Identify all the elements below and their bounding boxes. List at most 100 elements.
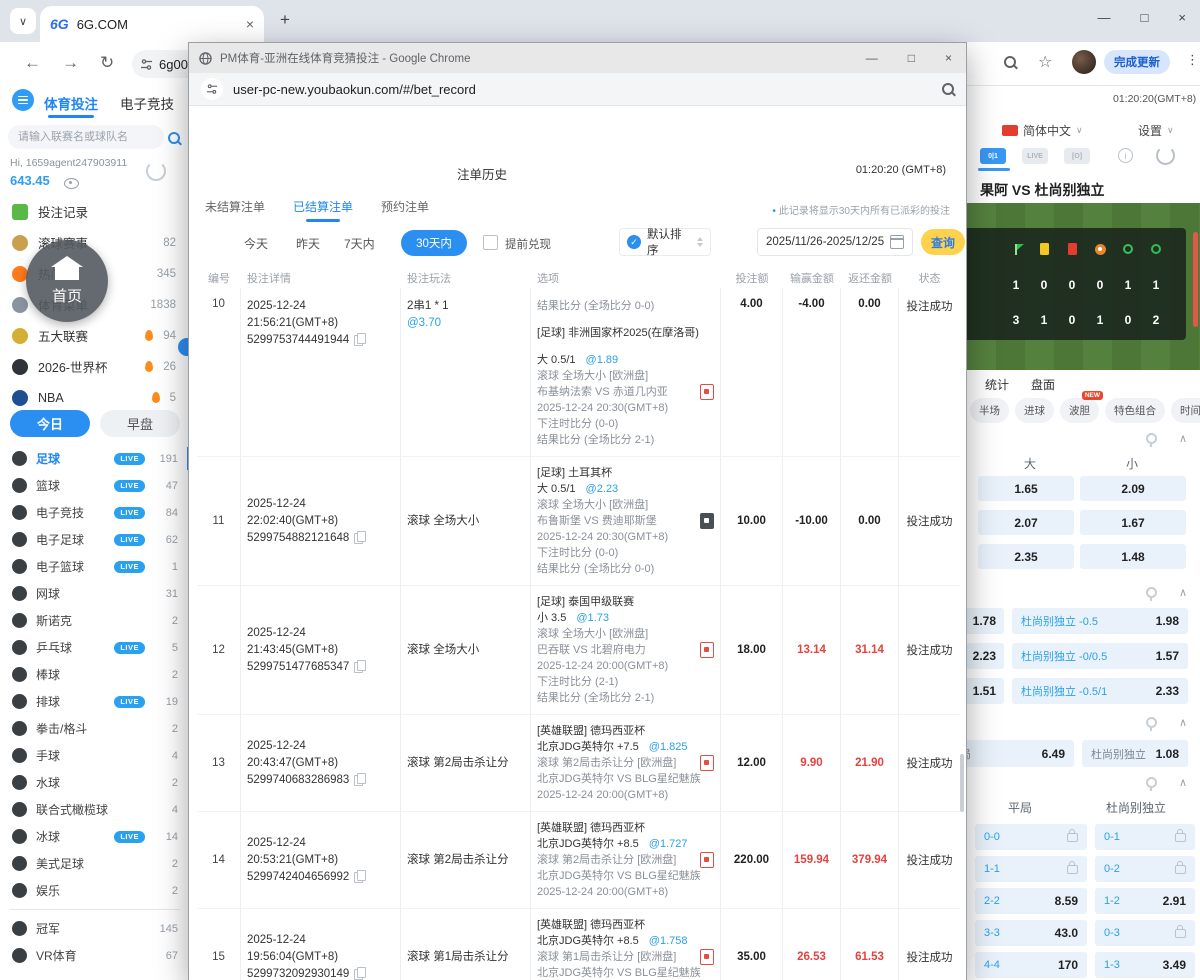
sidebar-item-nba[interactable]: NBA 5 (0, 382, 190, 413)
view-tab-camera[interactable]: [O] (1064, 148, 1090, 164)
window-minimize-button[interactable]: — (1098, 10, 1111, 25)
sidebar-item-worldcup[interactable]: 2026-世界杯 26 (0, 351, 190, 382)
odds-cell-over[interactable]: 2.07 (978, 510, 1074, 535)
view-tab-live[interactable]: LIVE (1022, 148, 1048, 164)
odds-cell-under[interactable]: 2.09 (1080, 476, 1186, 501)
date-range-picker[interactable]: 2025/11/26-2025/12/25 (757, 228, 913, 256)
sidebar-sport-item[interactable]: 棒球 2 (0, 661, 190, 688)
score-odds-cell[interactable]: 1-2 2.91 (1095, 888, 1195, 914)
sidebar-sport-item[interactable]: 网球 31 (0, 580, 190, 607)
nav-esports[interactable]: 电子竞技 (120, 93, 174, 113)
scrollbar-thumb[interactable] (1193, 232, 1198, 327)
site-settings-icon[interactable] (201, 78, 223, 100)
profile-avatar[interactable] (1072, 50, 1096, 74)
sidebar-sport-item[interactable]: 美式足球 2 (0, 850, 190, 877)
odds-cell-away-win[interactable]: 杜尚别独立 1.08 (1082, 740, 1188, 767)
score-odds-cell[interactable]: 0-1 (1095, 824, 1195, 850)
tab-statistics[interactable]: 统计 (985, 376, 1009, 393)
refresh-odds-icon[interactable] (1156, 146, 1175, 165)
sidebar-sport-item[interactable]: 冠军 145 (0, 915, 190, 942)
market-chip-时间[interactable]: 时间 (1171, 398, 1200, 423)
score-odds-cell[interactable]: 0-0 (975, 824, 1087, 850)
sidebar-sport-item[interactable]: 篮球 LIVE 47 (0, 472, 190, 499)
eye-icon[interactable] (64, 178, 79, 189)
event-live-icon[interactable] (700, 384, 714, 400)
tab-search-chevron-icon[interactable]: ∨ (10, 8, 36, 34)
market-chip-进球[interactable]: 进球 (1015, 398, 1054, 423)
score-odds-cell[interactable]: 1-3 3.49 (1095, 952, 1195, 978)
browser-menu-icon[interactable]: ⋮ (1186, 52, 1199, 68)
odds-cell-away-handicap[interactable]: 杜尚别独立 -0.5 1.98 (1012, 608, 1188, 634)
tab-close-icon[interactable]: × (246, 16, 254, 32)
filter-today[interactable]: 今天 (244, 235, 268, 252)
sidebar-sport-item[interactable]: 手球 4 (0, 742, 190, 769)
market-chip-特色组合[interactable]: 特色组合 (1105, 398, 1165, 423)
sidebar-sport-item[interactable]: 拳击/格斗 2 (0, 715, 190, 742)
window-close-button[interactable]: × (1178, 10, 1186, 25)
sidebar-item-bet-record[interactable]: 投注记录 (0, 196, 190, 227)
score-odds-cell[interactable]: 0-3 (1095, 920, 1195, 946)
forward-button[interactable]: → (62, 53, 79, 73)
bookmark-star-icon[interactable]: ☆ (1038, 52, 1052, 72)
reload-button[interactable]: ↻ (100, 53, 114, 73)
sidebar-item-top-leagues[interactable]: 五大联赛 94 (0, 320, 190, 351)
day-tab-早盘[interactable]: 早盘 (100, 410, 180, 437)
window-maximize-button[interactable]: □ (1141, 10, 1149, 25)
cashout-checkbox[interactable] (483, 235, 498, 250)
sidebar-sport-item[interactable]: 足球 LIVE 191 (0, 445, 190, 472)
zoom-icon[interactable] (942, 83, 954, 95)
popup-close-button[interactable]: × (945, 51, 952, 65)
sidebar-sport-item[interactable]: VR体育 67 (0, 942, 190, 969)
event-live-icon[interactable] (700, 852, 714, 868)
sidebar-sport-item[interactable]: 联合式橄榄球 4 (0, 796, 190, 823)
collapse-icon[interactable]: ∧ (1179, 432, 1187, 445)
pin-icon[interactable] (1146, 587, 1157, 601)
tab-未结算注单[interactable]: 未结算注单 (205, 198, 265, 222)
tab-预约注单[interactable]: 预约注单 (381, 198, 429, 222)
filter-7days[interactable]: 7天内 (344, 235, 375, 252)
sidebar-sport-item[interactable]: 娱乐 2 (0, 877, 190, 904)
popup-scrollbar-thumb[interactable] (960, 754, 964, 812)
sidebar-sport-item[interactable]: 电子篮球 LIVE 1 (0, 553, 190, 580)
view-tab-score[interactable]: 0|1 (980, 148, 1006, 164)
pin-icon[interactable] (1146, 433, 1157, 447)
copy-icon[interactable] (354, 869, 367, 883)
popup-maximize-button[interactable]: □ (908, 51, 915, 65)
score-odds-cell[interactable]: 0-2 (1095, 856, 1195, 882)
copy-icon[interactable] (354, 333, 367, 346)
event-live-icon[interactable] (700, 642, 714, 658)
copy-icon[interactable] (354, 966, 367, 980)
odds-cell-away-handicap[interactable]: 杜尚别独立 -0.5/1 2.33 (1012, 678, 1188, 704)
score-odds-cell[interactable]: 3-3 43.0 (975, 920, 1087, 946)
sidebar-sport-item[interactable]: 电子足球 LIVE 62 (0, 526, 190, 553)
tab-markets[interactable]: 盘面 (1031, 376, 1055, 393)
new-tab-button[interactable]: + (280, 10, 290, 30)
copy-icon[interactable] (354, 530, 367, 544)
odds-cell-under[interactable]: 1.48 (1080, 544, 1186, 569)
collapse-icon[interactable]: ∧ (1179, 586, 1187, 599)
menu-icon[interactable] (12, 89, 34, 111)
update-chrome-button[interactable]: 完成更新 (1104, 50, 1170, 74)
info-icon[interactable]: i (1118, 148, 1133, 163)
sidebar-sport-item[interactable]: 水球 2 (0, 769, 190, 796)
settings-menu[interactable]: 设置 ∨ (1138, 122, 1174, 139)
home-fab[interactable]: 首页 (26, 240, 108, 322)
score-odds-cell[interactable]: 4-4 170 (975, 952, 1087, 978)
nav-sports-betting[interactable]: 体育投注 (44, 93, 98, 118)
pin-icon[interactable] (1146, 777, 1157, 791)
odds-cell-over[interactable]: 1.65 (978, 476, 1074, 501)
search-input[interactable] (8, 125, 164, 149)
market-chip-波胆[interactable]: 波胆 NEW (1060, 391, 1103, 423)
collapse-icon[interactable]: ∧ (1179, 776, 1187, 789)
day-tab-今日[interactable]: 今日 (10, 410, 90, 437)
sidebar-sport-item[interactable]: 斯诺克 2 (0, 607, 190, 634)
odds-cell-away-handicap[interactable]: 杜尚别独立 -0/0.5 1.57 (1012, 643, 1188, 669)
refresh-balance-icon[interactable] (146, 161, 166, 181)
event-live-icon[interactable] (700, 755, 714, 771)
event-live-icon[interactable] (700, 949, 714, 965)
popup-address-bar[interactable]: user-pc-new.youbaokun.com/#/bet_record (189, 73, 966, 106)
odds-cell-under[interactable]: 1.67 (1080, 510, 1186, 535)
search-icon[interactable] (168, 132, 180, 144)
sort-select[interactable]: ✓ 默认排序 (619, 228, 711, 257)
back-button[interactable]: ← (24, 53, 41, 73)
